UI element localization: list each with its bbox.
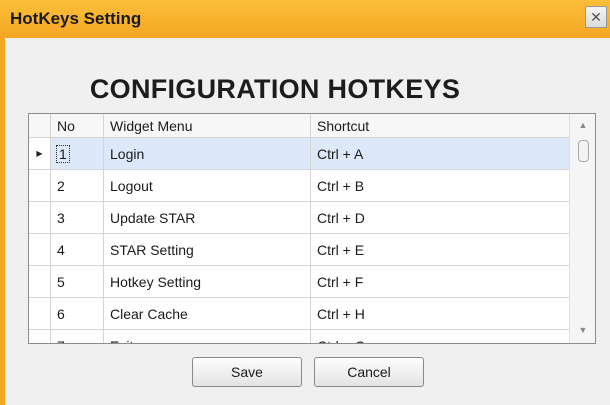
row-selector[interactable] — [29, 234, 51, 266]
column-header-widget-menu[interactable]: Widget Menu — [104, 114, 311, 138]
grid-body: No Widget Menu Shortcut ▶ 1 Login Ctrl + A2… — [29, 114, 569, 343]
close-button[interactable]: ✕ — [585, 6, 607, 28]
cell-shortcut[interactable]: Ctrl + E — [311, 234, 569, 266]
cell-no[interactable]: 4 — [51, 234, 104, 266]
window-title: HotKeys Setting — [10, 9, 142, 28]
table-row[interactable]: 2 Logout Ctrl + B — [29, 170, 569, 202]
column-header-shortcut[interactable]: Shortcut — [311, 114, 569, 138]
scroll-thumb[interactable] — [578, 140, 589, 162]
vertical-scrollbar[interactable]: ▲ ▼ — [569, 114, 595, 343]
grid-header-row: No Widget Menu Shortcut — [29, 114, 569, 138]
cell-no[interactable]: 1 — [51, 138, 104, 170]
page-heading: CONFIGURATION HOTKEYS — [89, 74, 461, 104]
cell-no[interactable]: 6 — [51, 298, 104, 330]
scroll-down-icon[interactable]: ▼ — [570, 321, 595, 339]
cell-widget-menu[interactable]: Login — [104, 138, 311, 170]
cell-no-text: 4 — [57, 241, 65, 258]
cell-widget-menu[interactable]: Update STAR — [104, 202, 311, 234]
cell-shortcut[interactable]: Ctrl + Q — [311, 330, 569, 344]
cell-no[interactable]: 7 — [51, 330, 104, 343]
table-row[interactable]: ▶ 1 Login Ctrl + A — [29, 138, 569, 170]
table-row[interactable]: 6 Clear Cache Ctrl + H — [29, 298, 569, 330]
cell-no-text: 3 — [57, 209, 65, 226]
cell-no[interactable]: 2 — [51, 170, 104, 202]
triangle-right-icon: ▶ — [36, 149, 43, 158]
row-selector[interactable] — [29, 298, 51, 330]
cell-no-text: 2 — [57, 177, 65, 194]
close-icon: ✕ — [590, 9, 602, 25]
cancel-button[interactable]: Cancel — [314, 357, 424, 387]
row-selector[interactable] — [29, 202, 51, 234]
row-header-corner — [29, 114, 51, 138]
cell-shortcut[interactable]: Ctrl + B — [311, 170, 569, 202]
table-row[interactable]: 7 ExitCtrl + Q — [29, 330, 569, 343]
table-row[interactable]: 5 Hotkey Setting Ctrl + F — [29, 266, 569, 298]
save-button[interactable]: Save — [192, 357, 302, 387]
cell-shortcut[interactable]: Ctrl + F — [311, 266, 569, 298]
cell-widget-menu[interactable]: Logout — [104, 170, 311, 202]
table-row[interactable]: 4 STAR Setting Ctrl + E — [29, 234, 569, 266]
cell-no-text: 6 — [57, 305, 65, 322]
column-header-no[interactable]: No — [51, 114, 104, 138]
cell-shortcut[interactable]: Ctrl + D — [311, 202, 569, 234]
cell-widget-menu[interactable]: Clear Cache — [104, 298, 311, 330]
cell-no[interactable]: 5 — [51, 266, 104, 298]
title-bar[interactable]: HotKeys Setting ✕ — [0, 0, 610, 38]
cell-widget-menu[interactable]: Hotkey Setting — [104, 266, 311, 298]
cell-no-text: 7 — [57, 338, 65, 344]
cell-no[interactable]: 3 — [51, 202, 104, 234]
table-row[interactable]: 3 Update STAR Ctrl + D — [29, 202, 569, 234]
cell-shortcut[interactable]: Ctrl + H — [311, 298, 569, 330]
row-selector[interactable] — [29, 330, 51, 343]
hotkeys-grid[interactable]: No Widget Menu Shortcut ▶ 1 Login Ctrl + A2… — [28, 113, 596, 344]
cell-no-text: 5 — [57, 273, 65, 290]
cell-shortcut[interactable]: Ctrl + A — [311, 138, 569, 170]
cell-widget-menu[interactable]: STAR Setting — [104, 234, 311, 266]
row-selector[interactable]: ▶ — [29, 138, 51, 170]
scroll-up-icon[interactable]: ▲ — [570, 116, 595, 134]
row-selector[interactable] — [29, 266, 51, 298]
row-selector[interactable] — [29, 170, 51, 202]
cell-no-text: 1 — [56, 144, 70, 163]
hotkeys-setting-window: HotKeys Setting ✕ CONFIGURATION HOTKEYS … — [0, 0, 610, 405]
cell-widget-menu[interactable]: Exit — [104, 330, 311, 343]
